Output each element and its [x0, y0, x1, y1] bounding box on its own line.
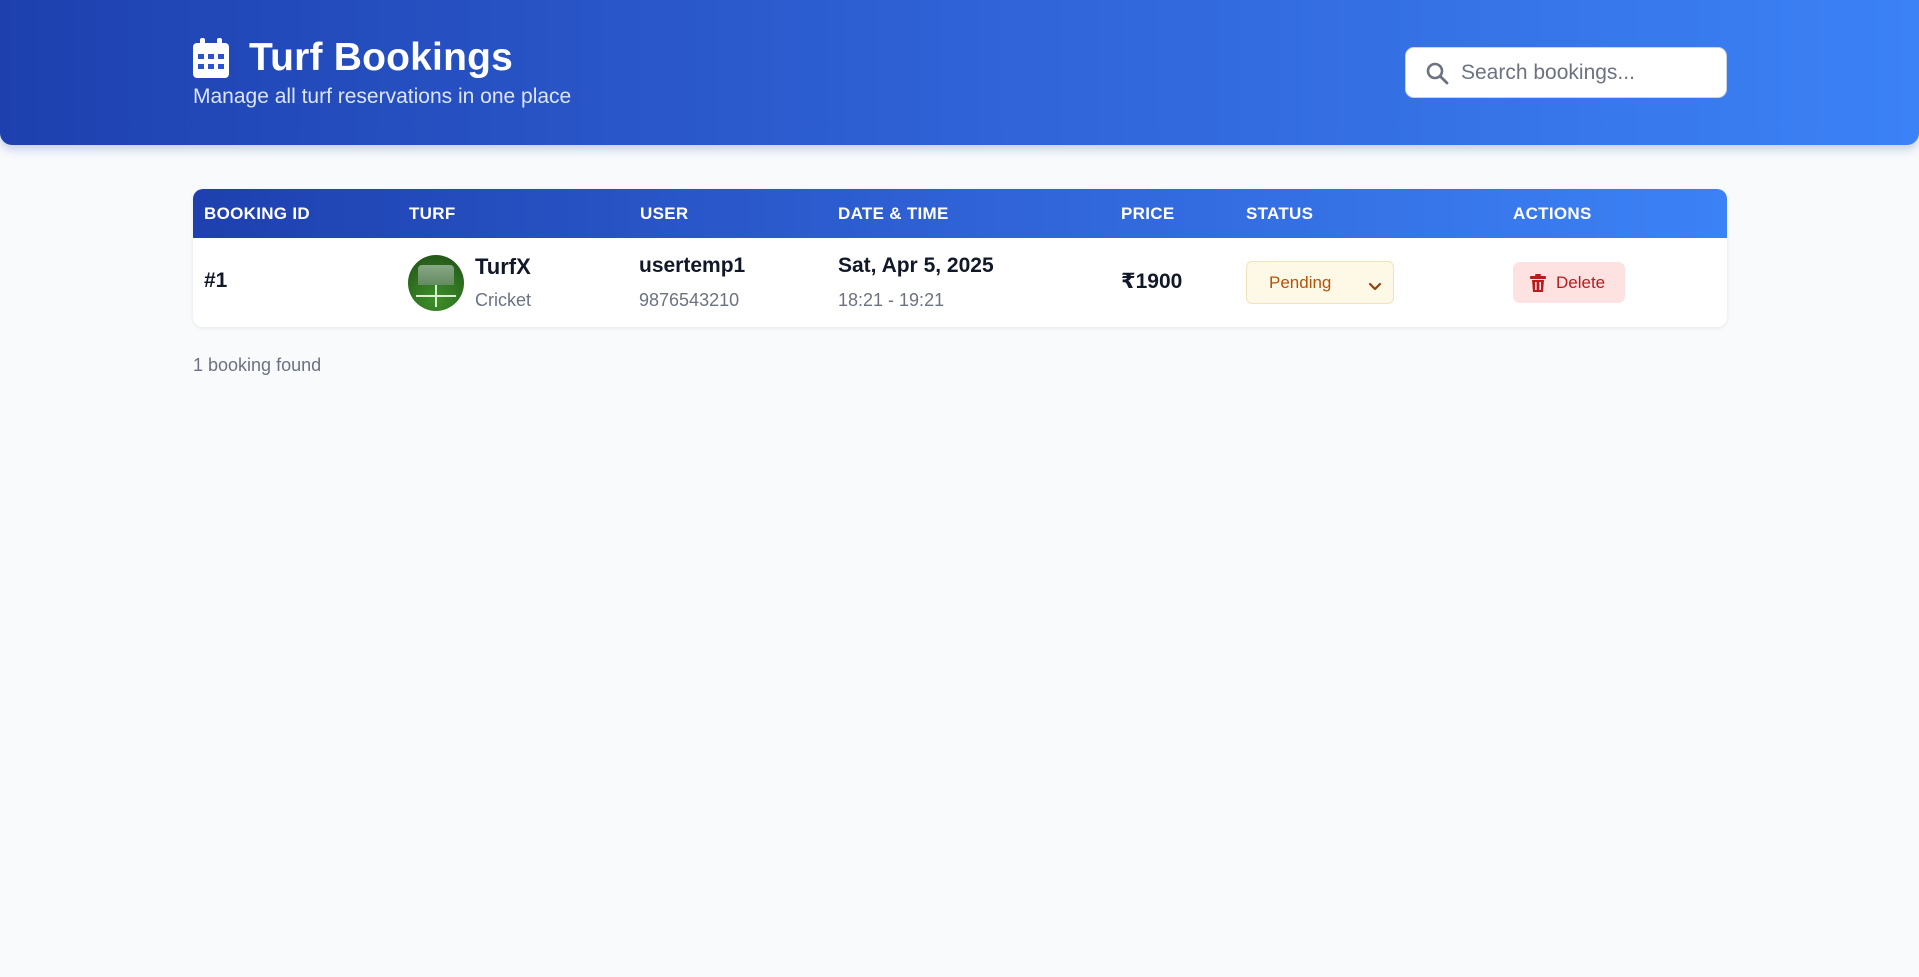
- column-header-price: Price: [1121, 204, 1175, 223]
- delete-label: Delete: [1556, 272, 1606, 292]
- search-box[interactable]: [1405, 47, 1727, 98]
- trash-icon: [1530, 273, 1546, 292]
- booking-id: #1: [204, 269, 228, 292]
- column-header-booking-id: Booking ID: [204, 204, 310, 223]
- page-header: Turf Bookings Manage all turf reservatio…: [0, 0, 1919, 145]
- booking-price: ₹1900: [1121, 270, 1183, 293]
- turf-sport: Cricket: [475, 290, 532, 310]
- status-value: Pending: [1269, 272, 1332, 292]
- booking-time: 18:21 - 19:21: [838, 290, 945, 310]
- calendar-icon: [193, 38, 229, 78]
- turf-name: TurfX: [475, 254, 531, 279]
- user-phone: 9876543210: [639, 290, 740, 310]
- booking-date: Sat, Apr 5, 2025: [838, 254, 994, 277]
- turf-thumbnail: [408, 255, 464, 311]
- delete-button[interactable]: Delete: [1513, 262, 1625, 303]
- search-icon: [1425, 61, 1449, 85]
- page-subtitle: Manage all turf reservations in one plac…: [193, 85, 572, 108]
- brand: Turf Bookings Manage all turf reservatio…: [193, 36, 571, 110]
- search-input[interactable]: [1461, 60, 1721, 85]
- bookings-table: Booking ID Turf User Date & Time Price S…: [193, 189, 1727, 327]
- column-header-turf: Turf: [409, 204, 456, 223]
- status-select[interactable]: Pending: [1246, 261, 1394, 304]
- column-header-date-time: Date & Time: [838, 204, 949, 223]
- table-header: Booking ID Turf User Date & Time Price S…: [193, 189, 1727, 238]
- column-header-status: Status: [1246, 204, 1314, 223]
- chevron-down-icon: [1368, 277, 1382, 291]
- table-row: #1 TurfX Cricket usertemp1 9876543210 Sa…: [193, 238, 1727, 327]
- user-name: usertemp1: [639, 254, 746, 277]
- results-count: 1 booking found: [193, 355, 322, 375]
- page-title: Turf Bookings: [249, 36, 514, 79]
- column-header-user: User: [640, 204, 689, 223]
- column-header-actions: Actions: [1513, 204, 1592, 223]
